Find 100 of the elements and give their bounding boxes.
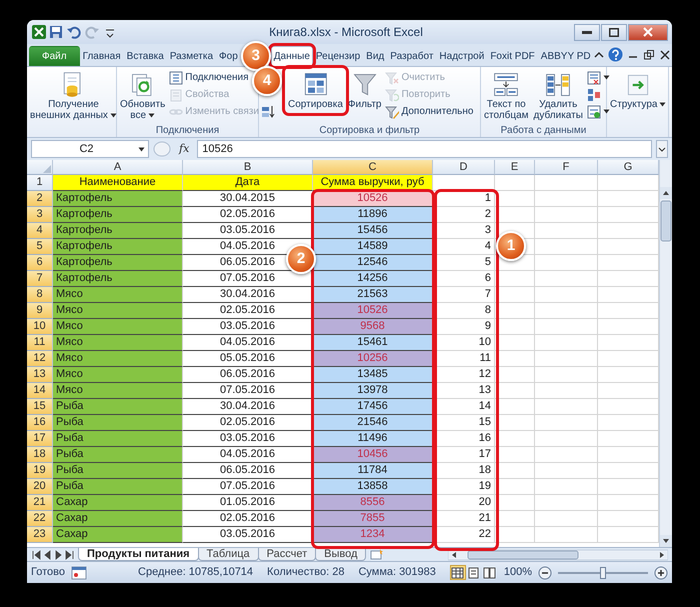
table-cell: 3 (433, 223, 495, 239)
table-cell: Мясо (53, 367, 183, 383)
table-cell: 13978 (313, 383, 433, 399)
row-header[interactable]: 17 (27, 431, 53, 447)
row-header[interactable]: 23 (27, 527, 53, 543)
table-cell: 7 (433, 287, 495, 303)
window-title: Книга8.xlsx - Microsoft Excel (268, 24, 424, 41)
ribbon-tab[interactable]: Надстрой (436, 46, 488, 66)
table-cell: Картофель (53, 271, 183, 287)
row-header[interactable]: 7 (27, 271, 53, 287)
row-header[interactable]: 11 (27, 335, 53, 351)
ribbon-button[interactable]: Сортировка (286, 69, 345, 112)
sheet-tab[interactable]: Вывод (315, 548, 366, 561)
column-header[interactable]: A (53, 160, 183, 175)
status-average: Среднее: 10785,10714 (138, 565, 254, 580)
row-header[interactable]: 14 (27, 383, 53, 399)
sheet-tab[interactable]: Таблица (198, 548, 259, 561)
column-header[interactable]: G (598, 160, 659, 175)
table-cell: 14589 (313, 239, 433, 255)
ribbon-button[interactable]: Получение внешних данных (28, 69, 119, 123)
row-header[interactable]: 6 (27, 255, 53, 271)
ribbon-small-button[interactable]: Дополнительно (384, 103, 474, 120)
ribbon-tab[interactable]: Фор (216, 46, 241, 66)
table-cell: 13858 (313, 479, 433, 495)
ribbon-button[interactable]: Структура (608, 69, 668, 112)
ribbon-small-button[interactable]: Подключения (168, 69, 250, 86)
table-cell: Мясо (53, 383, 183, 399)
ribbon-tab[interactable]: Разработ (387, 46, 436, 66)
table-cell: 11896 (313, 207, 433, 223)
ribbon-button[interactable]: Текст по столбцам (482, 69, 531, 123)
table-cell: 03.05.2016 (183, 431, 313, 447)
row-header[interactable]: 3 (27, 207, 53, 223)
insert-function-button[interactable]: fx (175, 140, 194, 158)
table-cell: Рыба (53, 399, 183, 415)
row-header[interactable]: 12 (27, 351, 53, 367)
row-header[interactable]: 5 (27, 239, 53, 255)
row-header[interactable]: 15 (27, 399, 53, 415)
column-header[interactable]: D (433, 160, 495, 175)
table-cell: 17456 (313, 399, 433, 415)
status-count: Количество: 28 (267, 565, 344, 580)
ribbon-button[interactable]: Обновить все (118, 69, 168, 123)
table-cell: 13 (433, 383, 495, 399)
row-header[interactable]: 16 (27, 415, 53, 431)
row-header[interactable]: 2 (27, 191, 53, 207)
ribbon-tab[interactable]: Foxit PDF (487, 46, 538, 66)
table-cell: 30.04.2016 (183, 287, 313, 303)
table-cell: Мясо (53, 287, 183, 303)
ribbon-tab[interactable]: Файл (29, 46, 80, 66)
table-cell: 14 (433, 399, 495, 415)
row-header[interactable]: 8 (27, 287, 53, 303)
ribbon-button[interactable]: Фильтр (346, 69, 384, 112)
table-cell: 02.05.2016 (183, 303, 313, 319)
ribbon-tab[interactable]: Вид (363, 46, 388, 66)
table-cell: Дата (183, 175, 313, 191)
column-header[interactable]: B (183, 160, 313, 175)
table-cell: 30.04.2016 (183, 399, 313, 415)
status-sum: Сумма: 301983 (358, 565, 436, 580)
row-header[interactable]: 13 (27, 367, 53, 383)
row-header[interactable]: 4 (27, 223, 53, 239)
table-cell: 1234 (313, 527, 433, 543)
column-header[interactable]: E (495, 160, 535, 175)
formula-field[interactable]: 10526 (197, 140, 652, 158)
table-cell: Картофель (53, 255, 183, 271)
row-header[interactable]: 18 (27, 447, 53, 463)
table-cell: 8556 (313, 495, 433, 511)
ribbon-tab[interactable]: Разметка (166, 46, 216, 66)
table-cell: 12 (433, 367, 495, 383)
row-header[interactable]: 1 (27, 175, 53, 191)
row-header[interactable]: 20 (27, 479, 53, 495)
table-cell: 30.04.2015 (183, 191, 313, 207)
ribbon-tab[interactable]: Данные (270, 46, 313, 66)
ribbon-tab[interactable]: Рецензир (312, 46, 364, 66)
table-cell: Мясо (53, 335, 183, 351)
table-cell: 9568 (313, 319, 433, 335)
ribbon-button[interactable]: Удалить дубликаты (532, 69, 585, 123)
row-header[interactable]: 19 (27, 463, 53, 479)
row-header[interactable]: 9 (27, 303, 53, 319)
table-cell: 04.05.2016 (183, 447, 313, 463)
row-header[interactable]: 10 (27, 319, 53, 335)
sheet-tab[interactable]: Рассчет (258, 548, 316, 561)
table-cell: Рыба (53, 479, 183, 495)
table-cell: Рыба (53, 431, 183, 447)
name-box[interactable]: C2 (31, 140, 149, 158)
ribbon-tab[interactable]: Вставка (124, 46, 167, 66)
row-header[interactable]: 22 (27, 511, 53, 527)
table-cell: 21563 (313, 287, 433, 303)
table-cell: 03.05.2016 (183, 223, 313, 239)
column-header[interactable]: F (535, 160, 598, 175)
table-cell: 12546 (313, 255, 433, 271)
ribbon-tab[interactable]: Главная (80, 46, 124, 66)
table-cell: 10 (433, 335, 495, 351)
table-cell: 05.05.2016 (183, 351, 313, 367)
table-cell: 16 (433, 431, 495, 447)
column-header[interactable]: C (313, 160, 433, 175)
table-cell: 18 (433, 463, 495, 479)
ribbon-tab[interactable]: ABBYY PD (538, 46, 594, 66)
status-text: Готово (31, 565, 65, 580)
table-cell: 11496 (313, 431, 433, 447)
sheet-tab[interactable]: Продукты питания (78, 548, 199, 561)
row-header[interactable]: 21 (27, 495, 53, 511)
